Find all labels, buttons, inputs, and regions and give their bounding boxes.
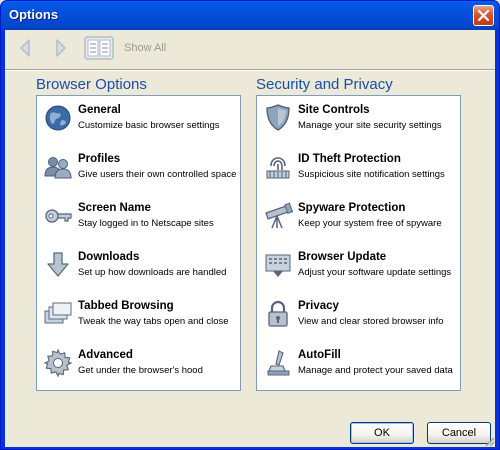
- toolbar-separator: [5, 69, 495, 71]
- item-title: ID Theft Protection: [298, 153, 401, 165]
- item-desc: Tweak the way tabs open and close: [78, 316, 229, 327]
- item-advanced[interactable]: Advanced Get under the browser's hood: [37, 346, 240, 390]
- item-desc: Customize basic browser settings: [78, 120, 220, 131]
- item-title: Advanced: [78, 349, 133, 361]
- tabs-icon: [44, 302, 72, 324]
- item-title: Privacy: [298, 300, 339, 312]
- title-bar[interactable]: Options: [1, 1, 499, 30]
- globe-icon: [45, 105, 71, 131]
- users-icon: [44, 157, 72, 179]
- toolbar: Show All: [5, 30, 495, 68]
- close-button[interactable]: [473, 5, 494, 26]
- cancel-button[interactable]: Cancel: [427, 422, 491, 444]
- item-tabbed-browsing[interactable]: Tabbed Browsing Tweak the way tabs open …: [37, 297, 240, 341]
- item-title: Tabbed Browsing: [78, 300, 174, 312]
- show-all-label[interactable]: Show All: [124, 42, 166, 54]
- item-title: Downloads: [78, 251, 140, 263]
- item-desc: Give users their own controlled space: [78, 169, 237, 180]
- item-desc: Stay logged in to Netscape sites: [78, 218, 214, 229]
- back-button[interactable]: [15, 37, 37, 59]
- item-title: Site Controls: [298, 104, 370, 116]
- item-title: Browser Update: [298, 251, 387, 263]
- forward-button[interactable]: [49, 37, 71, 59]
- item-title: General: [78, 104, 121, 116]
- download-arrow-icon: [47, 252, 69, 277]
- item-desc: Manage and protect your saved data: [298, 365, 453, 376]
- item-desc: Get under the browser's hood: [78, 365, 203, 376]
- item-desc: Suspicious site notification settings: [298, 169, 445, 180]
- close-icon: [477, 9, 490, 22]
- key-icon: [45, 209, 72, 223]
- security-privacy-panel: Site Controls Manage your site security …: [256, 95, 461, 391]
- item-desc: View and clear stored browser info: [298, 316, 444, 327]
- dialog-client-area: Show All Browser Options General Customi…: [5, 30, 495, 447]
- fingerprint-icon: [266, 157, 290, 179]
- autofill-stamp-icon: [267, 350, 290, 376]
- telescope-icon: [265, 202, 293, 229]
- window-title: Options: [9, 7, 59, 22]
- item-general[interactable]: General Customize basic browser settings: [37, 101, 240, 145]
- item-desc: Set up how downloads are handled: [78, 267, 227, 278]
- update-box-icon: [265, 254, 291, 277]
- resize-grip-icon[interactable]: [483, 435, 495, 447]
- item-title: AutoFill: [298, 349, 341, 361]
- shield-icon: [266, 104, 290, 131]
- item-desc: Keep your system free of spyware: [298, 218, 442, 229]
- item-id-theft-protection[interactable]: ID Theft Protection Suspicious site noti…: [257, 150, 460, 194]
- show-all-grid-icon[interactable]: [84, 36, 114, 60]
- gear-icon: [43, 348, 73, 378]
- section-heading-browser-options: Browser Options: [36, 76, 147, 93]
- item-profiles[interactable]: Profiles Give users their own controlled…: [37, 150, 240, 194]
- ok-button[interactable]: OK: [350, 422, 414, 444]
- item-browser-update[interactable]: Browser Update Adjust your software upda…: [257, 248, 460, 292]
- lock-icon: [268, 300, 288, 327]
- item-screen-name[interactable]: Screen Name Stay logged in to Netscape s…: [37, 199, 240, 243]
- item-site-controls[interactable]: Site Controls Manage your site security …: [257, 101, 460, 145]
- item-title: Profiles: [78, 153, 121, 165]
- item-downloads[interactable]: Downloads Set up how downloads are handl…: [37, 248, 240, 292]
- item-desc: Adjust your software update settings: [298, 267, 452, 278]
- forward-arrow-icon: [56, 39, 66, 57]
- item-spyware-protection[interactable]: Spyware Protection Keep your system free…: [257, 199, 460, 243]
- section-heading-security-privacy: Security and Privacy: [256, 76, 393, 93]
- item-autofill[interactable]: AutoFill Manage and protect your saved d…: [257, 346, 460, 390]
- item-privacy[interactable]: Privacy View and clear stored browser in…: [257, 297, 460, 341]
- browser-options-panel: General Customize basic browser settings…: [36, 95, 241, 391]
- item-desc: Manage your site security settings: [298, 120, 442, 131]
- item-title: Spyware Protection: [298, 202, 406, 214]
- back-arrow-icon: [20, 39, 30, 57]
- item-title: Screen Name: [78, 202, 151, 214]
- options-window: Options Show All Browser Options General…: [0, 0, 500, 450]
